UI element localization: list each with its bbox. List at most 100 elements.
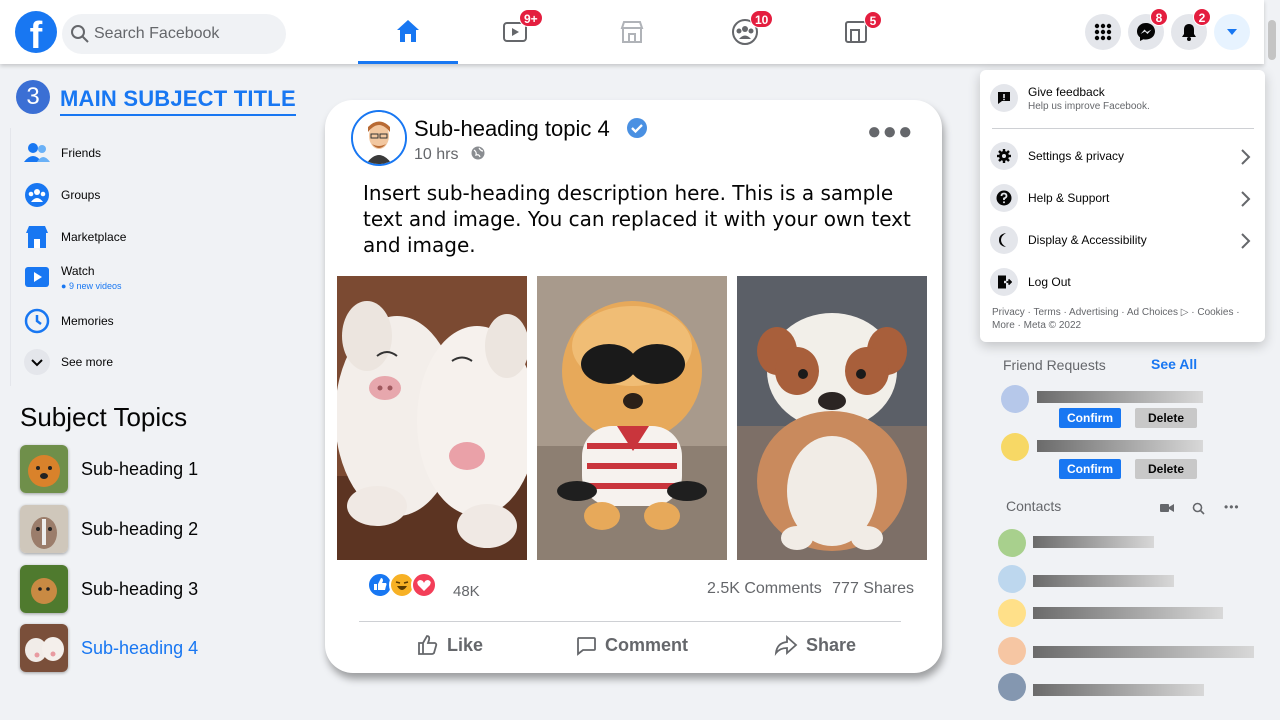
logout-icon <box>990 268 1018 296</box>
comments-count[interactable]: 2.5K Comments <box>707 580 822 597</box>
settings-privacy-item[interactable]: Settings & privacy <box>990 142 1255 170</box>
tab-watch[interactable]: 9+ <box>465 0 565 64</box>
friends-icon <box>23 139 51 167</box>
contact-avatar[interactable] <box>998 529 1026 557</box>
friend-request-avatar[interactable] <box>1001 433 1029 461</box>
post-card: Sub-heading topic 4 10 hrs ●●● Insert su… <box>325 100 942 673</box>
display-accessibility-item[interactable]: Display & Accessibility <box>990 226 1255 254</box>
contact-avatar[interactable] <box>998 565 1026 593</box>
love-reaction-icon <box>411 572 437 598</box>
video-call-icon[interactable] <box>1160 503 1174 513</box>
notifications-badge: 2 <box>1193 8 1211 26</box>
sidebar-item-label: Memories <box>61 314 114 328</box>
topic-item-2[interactable]: Sub-heading 2 <box>20 505 198 553</box>
comment-icon <box>577 637 596 656</box>
tab-home[interactable] <box>358 0 458 64</box>
watch-badge: 9+ <box>519 9 543 27</box>
contact-avatar[interactable] <box>998 599 1026 627</box>
search-icon[interactable] <box>1192 502 1205 515</box>
delete-button[interactable]: Delete <box>1135 459 1197 479</box>
delete-button[interactable]: Delete <box>1135 408 1197 428</box>
page-scrollbar[interactable] <box>1264 0 1280 720</box>
thumbs-up-icon <box>418 635 438 655</box>
notifications-button[interactable]: 2 <box>1171 8 1211 50</box>
contact-name-placeholder[interactable] <box>1033 607 1223 619</box>
topic-thumbnail <box>20 565 68 613</box>
sidebar-item-groups[interactable]: Groups <box>23 181 100 209</box>
sidebar-item-memories[interactable]: Memories <box>23 307 114 335</box>
confirm-button[interactable]: Confirm <box>1059 408 1121 428</box>
dropdown-item-label: Log Out <box>1028 275 1071 289</box>
globe-icon <box>471 146 485 160</box>
comment-button[interactable]: Comment <box>575 634 688 656</box>
post-time[interactable]: 10 hrs <box>414 146 485 164</box>
confirm-button[interactable]: Confirm <box>1059 459 1121 479</box>
dropdown-footer-links[interactable]: Privacy · Terms · Advertising · Ad Choic… <box>992 306 1254 332</box>
sidebar-item-label: Marketplace <box>61 230 127 244</box>
contacts-options-icon[interactable]: ••• <box>1224 500 1240 514</box>
topic-thumbnail <box>20 505 68 553</box>
subject-topics-heading: Subject Topics <box>20 402 188 432</box>
topic-thumbnail <box>20 624 68 672</box>
tab-marketplace[interactable] <box>582 0 682 64</box>
chevron-right-icon <box>1241 149 1251 165</box>
account-button[interactable] <box>1214 14 1250 50</box>
lesson-number: 3 <box>16 80 50 114</box>
home-icon <box>397 19 419 42</box>
topic-item-4[interactable]: Sub-heading 4 <box>20 624 198 672</box>
search-input[interactable]: Search Facebook <box>62 14 286 54</box>
topic-item-3[interactable]: Sub-heading 3 <box>20 565 198 613</box>
gear-icon <box>990 142 1018 170</box>
menu-button[interactable] <box>1085 14 1121 50</box>
reaction-count: 48K <box>453 583 480 600</box>
contact-avatar[interactable] <box>998 673 1026 701</box>
help-icon <box>990 184 1018 212</box>
contact-name-placeholder[interactable] <box>1033 536 1154 548</box>
topic-item-1[interactable]: Sub-heading 1 <box>20 445 198 493</box>
give-feedback-item[interactable]: Give feedback Help us improve Facebook. <box>990 84 1255 112</box>
shares-count[interactable]: 777 Shares <box>832 580 914 597</box>
sidebar-item-watch[interactable]: Watch ● 9 new videos <box>23 263 121 291</box>
scrollbar-thumb[interactable] <box>1268 20 1276 60</box>
messenger-button[interactable]: 8 <box>1128 8 1168 50</box>
friend-request-avatar[interactable] <box>1001 385 1029 413</box>
sidebar-item-see-more[interactable]: See more <box>23 348 113 376</box>
gaming-badge: 5 <box>864 11 882 29</box>
share-icon <box>774 634 798 656</box>
sidebar-item-marketplace[interactable]: Marketplace <box>23 223 126 251</box>
messenger-badge: 8 <box>1150 8 1168 26</box>
post-photo-sunglasses-dog[interactable] <box>537 276 727 560</box>
see-all-link[interactable]: See All <box>1151 356 1197 372</box>
engagement-counts: 2.5K Comments 777 Shares <box>707 580 914 598</box>
sidebar-item-label: Friends <box>61 146 102 160</box>
share-button[interactable]: Share <box>774 634 856 656</box>
watch-icon <box>23 263 51 291</box>
search-placeholder: Search Facebook <box>94 25 220 42</box>
tab-groups[interactable]: 10 <box>695 0 795 64</box>
contact-name-placeholder[interactable] <box>1033 646 1254 658</box>
contact-avatar[interactable] <box>998 637 1026 665</box>
post-title[interactable]: Sub-heading topic 4 <box>414 116 610 142</box>
sidebar-item-label: Watch <box>61 263 95 278</box>
grid-menu-icon <box>1094 23 1112 41</box>
account-dropdown-menu: Give feedback Help us improve Facebook. S… <box>980 70 1265 342</box>
post-photo-puppies[interactable] <box>337 276 527 560</box>
help-support-item[interactable]: Help & Support <box>990 184 1255 212</box>
reactions[interactable] <box>367 572 437 598</box>
chevron-right-icon <box>1241 191 1251 207</box>
dropdown-divider <box>992 128 1254 129</box>
tab-gaming[interactable]: 5 <box>806 0 906 64</box>
feedback-subtitle: Help us improve Facebook. <box>1028 100 1150 112</box>
contact-name-placeholder[interactable] <box>1033 684 1204 696</box>
contact-name-placeholder[interactable] <box>1033 575 1174 587</box>
log-out-item[interactable]: Log Out <box>990 268 1255 296</box>
sidebar-item-friends[interactable]: Friends <box>23 139 101 167</box>
facebook-logo[interactable]: f <box>15 11 57 53</box>
post-photo-bulldog[interactable] <box>737 276 927 560</box>
like-button[interactable]: Like <box>417 634 483 656</box>
avatar[interactable] <box>351 110 407 166</box>
more-options-icon[interactable]: ●●● <box>867 118 914 146</box>
watch-new-videos: ● 9 new videos <box>61 280 122 291</box>
marketplace-icon <box>620 21 644 43</box>
top-navigation-bar: f Search Facebook 9+ 10 5 8 2 <box>0 0 1264 64</box>
